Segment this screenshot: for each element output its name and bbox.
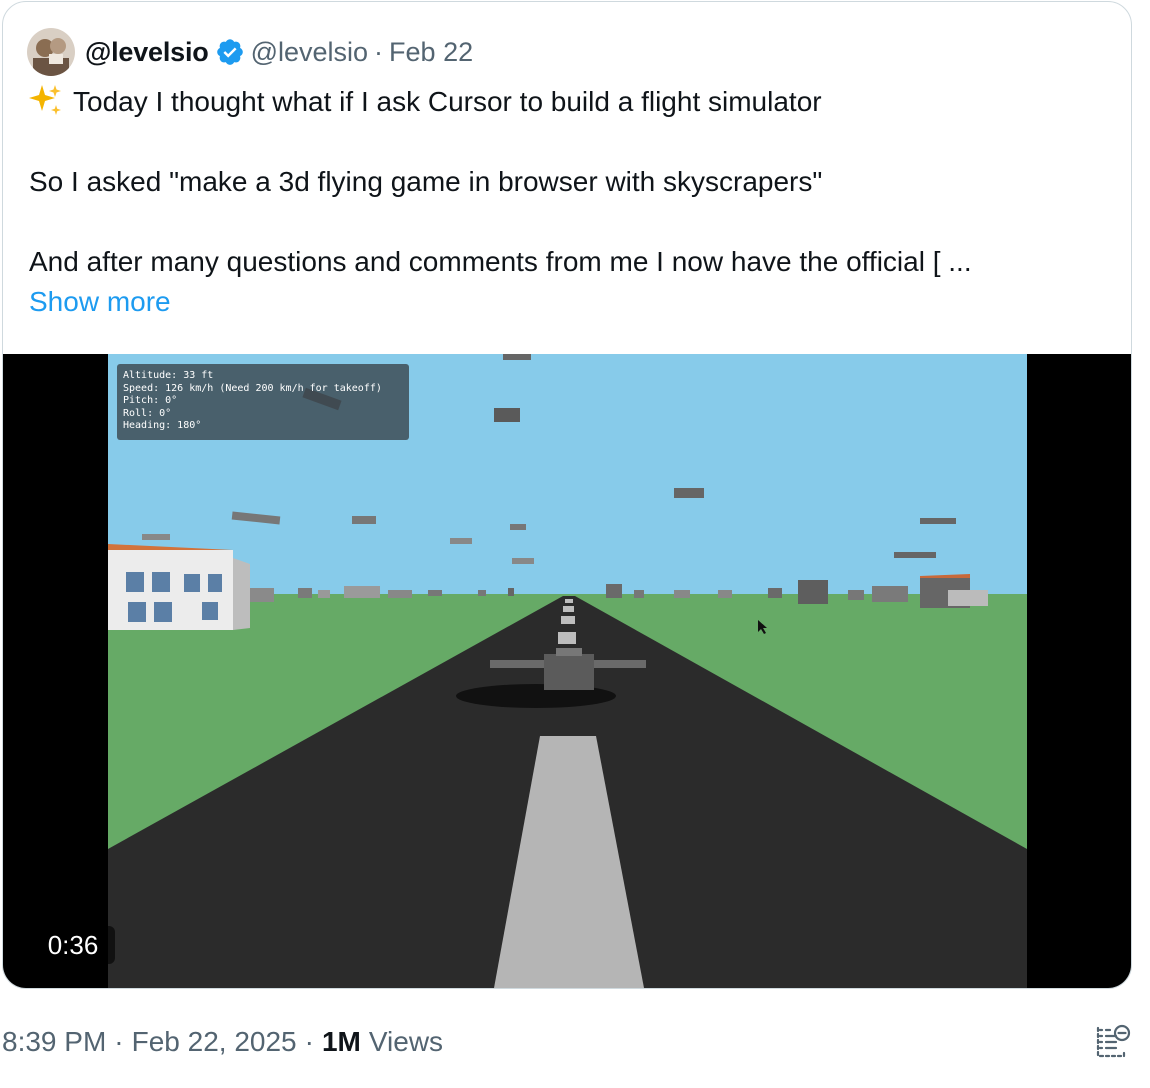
hud-altitude: Altitude: 33 ft	[123, 370, 214, 381]
separator-dot: ·	[374, 36, 384, 67]
video-frame-flight-simulator	[108, 354, 1027, 988]
author-name[interactable]: @levelsio	[85, 37, 209, 68]
hud-pitch: Pitch: 0°	[123, 395, 178, 407]
avatar[interactable]	[27, 28, 75, 76]
video-player[interactable]: Altitude: 33 ft Speed: 126 km/h (Need 20…	[3, 354, 1131, 988]
meta-separator: ·	[114, 1026, 124, 1057]
post-full-date[interactable]: Feb 22, 2025	[132, 1026, 297, 1058]
tweet-text: Today I thought what if I ask Cursor to …	[29, 82, 1119, 322]
views-count: 1M	[321, 1026, 361, 1057]
quoted-tweet-card[interactable]: @levelsio @levelsio · Feb 22 Today I tho…	[2, 1, 1132, 989]
show-more-link[interactable]: Show more	[29, 286, 171, 317]
flight-hud: Altitude: 33 ft Speed: 126 km/h (Need 20…	[117, 364, 409, 440]
reader-mode-icon[interactable]	[1094, 1022, 1134, 1062]
author-handle[interactable]: @levelsio	[251, 37, 368, 68]
tweet-line-1-text: Today I thought what if I ask Cursor to …	[73, 86, 822, 117]
hud-heading: Heading: 180°	[123, 420, 202, 432]
views-label: Views	[368, 1026, 444, 1057]
sparkles-emoji-icon	[29, 85, 61, 115]
tweet-line-3: And after many questions and comments fr…	[29, 246, 972, 277]
verified-badge-icon	[216, 39, 243, 65]
post-meta: 8:39 PM · Feb 22, 2025 · 1M Views	[2, 1022, 443, 1062]
post-date[interactable]: Feb 22	[389, 37, 473, 68]
tweet-line-1: Today I thought what if I ask Cursor to …	[29, 82, 1119, 122]
hud-speed: Speed: 126 km/h (Need 200 km/h for takeo…	[123, 382, 382, 394]
tweet-line-2: So I asked "make a 3d flying game in bro…	[29, 166, 823, 197]
video-duration-badge: 0:36	[31, 926, 115, 964]
meta-separator: ·	[304, 1026, 314, 1057]
quoted-tweet-author-row: @levelsio @levelsio · Feb 22	[27, 26, 473, 78]
hud-roll: Roll: 0°	[123, 407, 172, 419]
post-time[interactable]: 8:39 PM	[2, 1026, 106, 1058]
